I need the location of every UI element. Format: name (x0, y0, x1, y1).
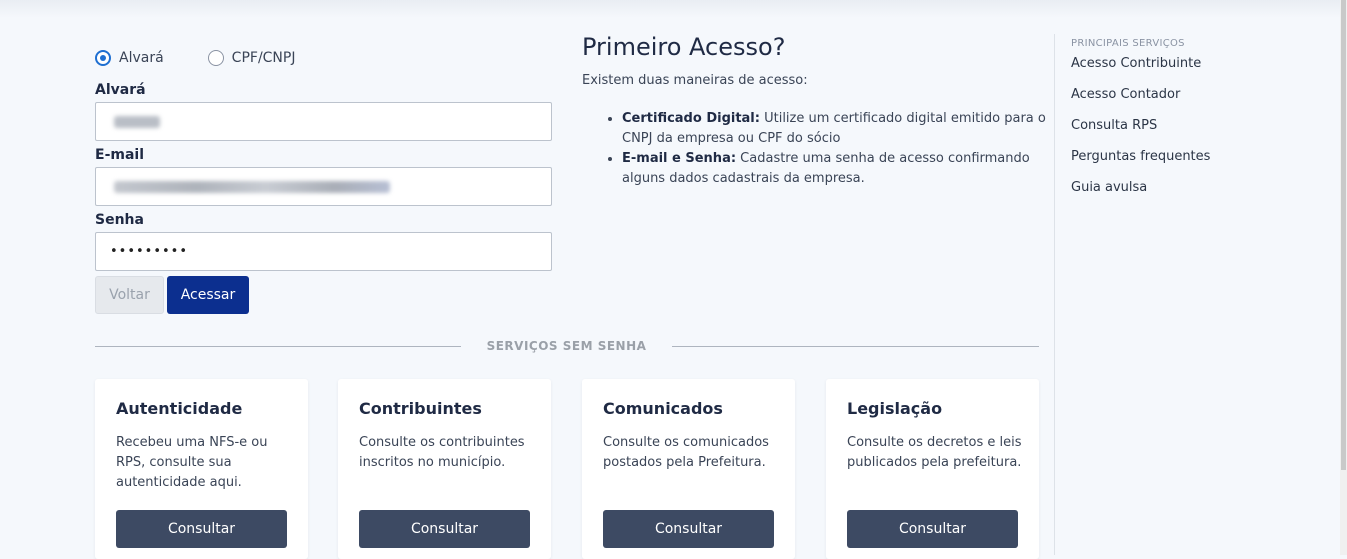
card-title: Contribuintes (359, 399, 482, 418)
senha-input[interactable]: ••••••••• (95, 232, 552, 271)
consultar-button[interactable]: Consultar (116, 510, 287, 548)
scrollbar-thumb[interactable] (1341, 0, 1346, 470)
section-divider-title: SERVIÇOS SEM SENHA (461, 333, 672, 359)
divider-line-right (672, 346, 1039, 347)
sidebar-item-acesso-contador[interactable]: Acesso Contador (1071, 87, 1180, 102)
sidebar-item-guia-avulsa[interactable]: Guia avulsa (1071, 180, 1147, 195)
card-text: Consulte os contribuintes inscritos no m… (359, 435, 525, 470)
card-comunicados: Comunicados Consulte os comunicados post… (582, 379, 795, 559)
scrollbar[interactable] (1340, 0, 1347, 555)
card-autenticidade: Autenticidade Recebeu uma NFS-e ou RPS, … (95, 379, 308, 559)
radio-alvara-label: Alvará (119, 50, 164, 66)
redacted-value (114, 116, 160, 128)
radio-cpf-cnpj[interactable]: CPF/CNPJ (207, 50, 296, 66)
radio-cpf-cnpj-label: CPF/CNPJ (231, 50, 296, 66)
email-input[interactable] (95, 167, 552, 206)
card-text: Consulte os comunicados postados pela Pr… (603, 435, 769, 470)
card-title: Autenticidade (116, 399, 243, 418)
sidebar-divider (1054, 34, 1055, 555)
acessar-button[interactable]: Acessar (167, 276, 249, 314)
card-title: Legislação (847, 399, 943, 418)
card-text: Consulte os decretos e leis publicados p… (847, 435, 1022, 470)
senha-label: Senha (95, 212, 144, 228)
primeiro-acesso-list: Certificado Digital: Utilize um certific… (582, 109, 1072, 189)
sidebar-item-perguntas-frequentes[interactable]: Perguntas frequentes (1071, 149, 1210, 164)
alvara-label: Alvará (95, 82, 146, 98)
consultar-button[interactable]: Consultar (603, 510, 774, 548)
radio-unchecked-icon[interactable] (207, 50, 224, 66)
top-shadow (0, 0, 1340, 18)
list-item: E-mail e Senha: Cadastre uma senha de ac… (622, 149, 1072, 189)
voltar-button[interactable]: Voltar (95, 276, 164, 314)
primeiro-acesso-title: Primeiro Acesso? (582, 33, 786, 61)
card-title: Comunicados (603, 399, 723, 418)
redacted-value (114, 181, 390, 193)
list-item-strong: E-mail e Senha: (622, 151, 737, 166)
sidebar-item-consulta-rps[interactable]: Consulta RPS (1071, 118, 1157, 133)
email-label: E-mail (95, 147, 145, 163)
alvara-input[interactable] (95, 102, 552, 141)
radio-alvara[interactable]: Alvará (95, 50, 164, 66)
card-contribuintes: Contribuintes Consulte os contribuintes … (338, 379, 551, 559)
consultar-button[interactable]: Consultar (847, 510, 1018, 548)
list-item: Certificado Digital: Utilize um certific… (622, 109, 1072, 149)
consultar-button[interactable]: Consultar (359, 510, 530, 548)
card-legislacao: Legislação Consulte os decretos e leis p… (826, 379, 1039, 559)
list-item-strong: Certificado Digital: (622, 111, 760, 126)
login-type-radio-group: Alvará CPF/CNPJ (95, 50, 339, 66)
radio-checked-icon[interactable] (95, 50, 111, 66)
divider-line-left (95, 346, 461, 347)
sidebar-title: PRINCIPAIS SERVIÇOS (1071, 38, 1185, 49)
primeiro-acesso-intro: Existem duas maneiras de acesso: (582, 73, 808, 88)
sidebar-item-acesso-contribuinte[interactable]: Acesso Contribuinte (1071, 56, 1201, 71)
card-text: Recebeu uma NFS-e ou RPS, consulte sua a… (116, 435, 268, 490)
senha-value: ••••••••• (110, 244, 189, 259)
